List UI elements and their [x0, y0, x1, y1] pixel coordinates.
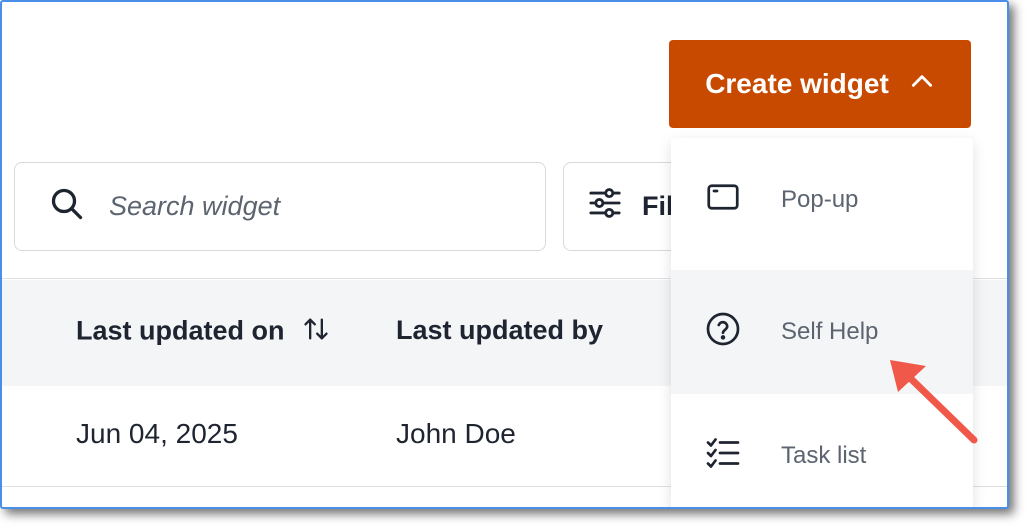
sliders-icon [588, 186, 622, 227]
cell-updated-on: Jun 04, 2025 [76, 418, 238, 449]
sort-icon[interactable] [302, 315, 330, 350]
create-widget-label: Create widget [705, 68, 889, 99]
search-icon [49, 186, 85, 227]
cell-updated-by: John Doe [396, 418, 516, 449]
menu-item-label: Task list [781, 442, 867, 469]
checklist-icon [705, 435, 741, 478]
column-header-label: Last updated on [76, 315, 285, 346]
chevron-up-icon [909, 68, 935, 101]
menu-item-label: Pop-up [781, 186, 859, 213]
annotation-arrow-icon [890, 360, 978, 444]
create-widget-button[interactable]: Create widget [669, 40, 971, 128]
column-header-last-updated-by[interactable]: Last updated by [396, 315, 603, 346]
filter-label: Fil [642, 191, 674, 221]
menu-item-pop-up[interactable]: Pop-up [671, 138, 973, 262]
column-header-last-updated-on[interactable]: Last updated on [76, 315, 330, 350]
screenshot-frame: Create widget Fil Last updated on [0, 0, 1009, 509]
search-box[interactable] [14, 162, 546, 251]
search-input[interactable] [107, 190, 511, 223]
question-circle-icon [705, 311, 741, 354]
window-icon [705, 179, 741, 222]
menu-item-label: Self Help [781, 318, 879, 345]
